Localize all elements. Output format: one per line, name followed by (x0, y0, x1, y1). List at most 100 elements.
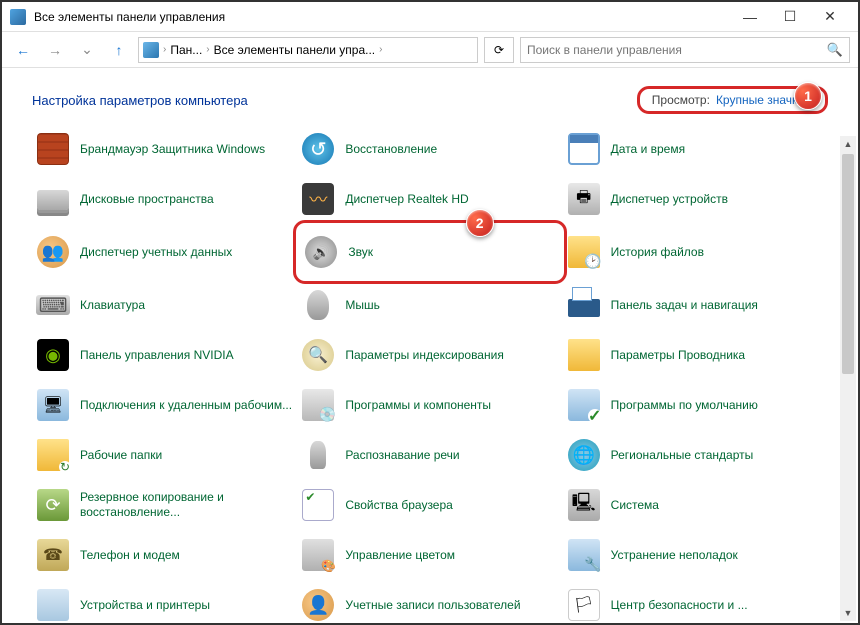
search-input[interactable] (527, 43, 827, 57)
search-icon[interactable]: 🔍 (827, 42, 843, 58)
item-label: Резервное копирование и восстановление..… (80, 490, 293, 520)
control-panel-item[interactable]: Дата и время (563, 124, 828, 174)
item-label: История файлов (611, 245, 704, 260)
scrollbar[interactable]: ▲ ▼ (840, 136, 856, 621)
minimize-button[interactable]: — (730, 3, 770, 31)
scroll-thumb[interactable] (842, 154, 854, 374)
control-panel-item[interactable]: Программы по умолчанию (563, 380, 828, 430)
control-panel-item[interactable]: Звук (300, 227, 559, 277)
item-label: Диспетчер устройств (611, 192, 728, 207)
control-panel-item[interactable]: Центр безопасности и ... (563, 580, 828, 623)
chevron-icon: › (206, 44, 209, 55)
breadcrumb-seg1[interactable]: Пан... (170, 43, 202, 57)
item-label: Региональные стандарты (611, 448, 754, 463)
navbar: ← → ⌄ ↑ › Пан... › Все элементы панели у… (2, 32, 858, 68)
ic-users-icon (36, 235, 70, 269)
control-panel-item[interactable]: Устройства и принтеры (32, 580, 297, 623)
ic-defaults-icon (567, 388, 601, 422)
content-area: Настройка параметров компьютера Просмотр… (2, 68, 858, 623)
ic-history-icon (567, 235, 601, 269)
header-row: Настройка параметров компьютера Просмотр… (2, 68, 858, 124)
control-panel-item[interactable]: Управление цветом (297, 530, 562, 580)
control-panel-item[interactable]: Диспетчер устройств (563, 174, 828, 224)
item-label: Программы и компоненты (345, 398, 491, 413)
item-label: Панель задач и навигация (611, 298, 758, 313)
ic-backup-icon (36, 488, 70, 522)
control-panel-item[interactable]: История файлов (563, 224, 828, 280)
ic-generic-icon (36, 588, 70, 622)
control-panel-item[interactable]: Панель управления NVIDIA (32, 330, 297, 380)
control-panel-item[interactable]: Распознавание речи (297, 430, 562, 480)
control-panel-item[interactable]: Региональные стандарты (563, 430, 828, 480)
ic-disk-icon (36, 182, 70, 216)
control-panel-item[interactable]: Дисковые пространства (32, 174, 297, 224)
item-label: Устройства и принтеры (80, 598, 210, 613)
search-box[interactable]: 🔍 (520, 37, 850, 63)
ic-accounts-icon (301, 588, 335, 622)
control-panel-item[interactable]: Диспетчер Realtek HD (297, 174, 562, 224)
page-title: Настройка параметров компьютера (32, 93, 637, 108)
control-panel-item[interactable]: Телефон и модем (32, 530, 297, 580)
ic-security-icon (567, 588, 601, 622)
control-panel-item[interactable]: Панель задач и навигация (563, 280, 828, 330)
control-panel-item[interactable]: Программы и компоненты (297, 380, 562, 430)
control-panel-item[interactable]: Параметры Проводника (563, 330, 828, 380)
control-panel-item[interactable]: Свойства браузера (297, 480, 562, 530)
ic-explorer-icon (567, 338, 601, 372)
forward-button[interactable]: → (42, 37, 68, 63)
maximize-button[interactable]: ☐ (770, 3, 810, 31)
control-panel-item[interactable]: Система (563, 480, 828, 530)
close-button[interactable]: ✕ (810, 3, 850, 31)
ic-color-icon (301, 538, 335, 572)
chevron-icon: › (379, 44, 382, 55)
app-icon (10, 9, 26, 25)
breadcrumb[interactable]: › Пан... › Все элементы панели упра... › (138, 37, 478, 63)
callout-2: 2 (466, 209, 494, 237)
chevron-icon: › (163, 44, 166, 55)
scroll-down-button[interactable]: ▼ (840, 605, 856, 621)
window-title: Все элементы панели управления (34, 10, 730, 24)
item-label: Программы по умолчанию (611, 398, 758, 413)
item-label: Устранение неполадок (611, 548, 738, 563)
item-label: Мышь (345, 298, 380, 313)
control-panel-item[interactable]: Резервное копирование и восстановление..… (32, 480, 297, 530)
item-label: Дисковые пространства (80, 192, 214, 207)
breadcrumb-seg2[interactable]: Все элементы панели упра... (214, 43, 376, 57)
ic-browser-icon (301, 488, 335, 522)
control-panel-item[interactable]: Мышь (297, 280, 562, 330)
back-button[interactable]: ← (10, 37, 36, 63)
item-label: Восстановление (345, 142, 437, 157)
control-panel-item[interactable]: Учетные записи пользователей (297, 580, 562, 623)
item-label: Учетные записи пользователей (345, 598, 520, 613)
item-label: Диспетчер Realtek HD (345, 192, 468, 207)
control-panel-item[interactable]: Параметры индексирования (297, 330, 562, 380)
refresh-button[interactable]: ⟳ (484, 37, 514, 63)
item-label: Рабочие папки (80, 448, 162, 463)
item-label: Звук (348, 245, 373, 260)
control-panel-item[interactable]: Клавиатура (32, 280, 297, 330)
titlebar: Все элементы панели управления — ☐ ✕ (2, 2, 858, 32)
ic-sound-icon (304, 235, 338, 269)
control-panel-item[interactable]: Диспетчер учетных данных (32, 224, 297, 280)
recent-button[interactable]: ⌄ (74, 37, 100, 63)
ic-taskbar-icon (567, 288, 601, 322)
control-panel-item[interactable]: Брандмауэр Защитника Windows (32, 124, 297, 174)
up-button[interactable]: ↑ (106, 37, 132, 63)
control-panel-item[interactable]: Подключения к удаленным рабочим... (32, 380, 297, 430)
control-panel-item[interactable]: Восстановление (297, 124, 562, 174)
view-label: Просмотр: (652, 93, 710, 107)
ic-phone-icon (36, 538, 70, 572)
item-label: Телефон и модем (80, 548, 180, 563)
item-label: Управление цветом (345, 548, 455, 563)
ic-programs-icon (301, 388, 335, 422)
item-label: Распознавание речи (345, 448, 459, 463)
item-label: Свойства браузера (345, 498, 453, 513)
control-panel-item[interactable]: Рабочие папки (32, 430, 297, 480)
ic-restore-icon (301, 132, 335, 166)
ic-realtek-icon (301, 182, 335, 216)
ic-workfolders-icon (36, 438, 70, 472)
ic-remote-icon (36, 388, 70, 422)
scroll-up-button[interactable]: ▲ (840, 136, 856, 152)
control-panel-item[interactable]: Устранение неполадок (563, 530, 828, 580)
ic-system-icon (567, 488, 601, 522)
